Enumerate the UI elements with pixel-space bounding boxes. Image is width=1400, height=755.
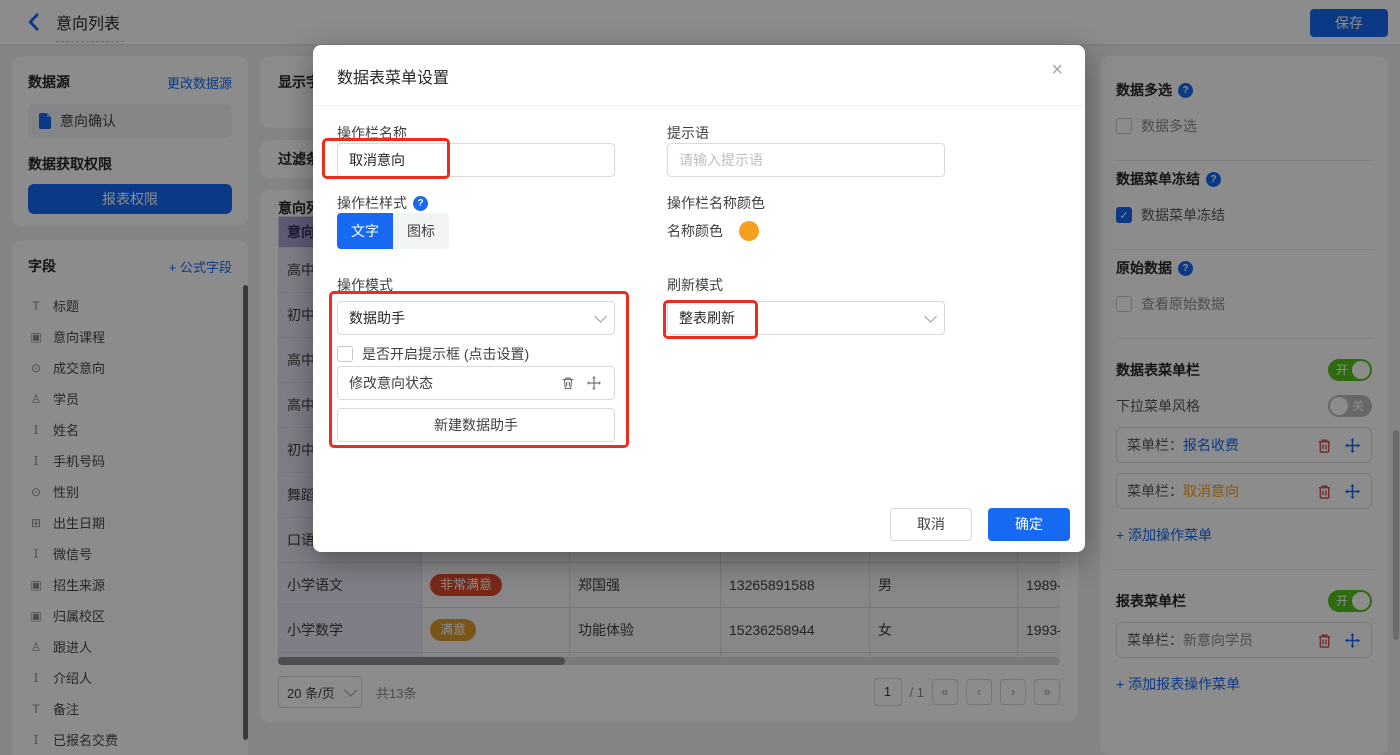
app-screen: 意向列表 保存 数据源 更改数据源 意向确认 数据获取权限 报表权限 字段 + …: [0, 0, 1400, 755]
style-option-text[interactable]: 文字: [337, 213, 393, 249]
close-icon[interactable]: ×: [1051, 59, 1063, 82]
modal-title: 数据表菜单设置: [337, 64, 449, 88]
cancel-button[interactable]: 取消: [890, 508, 972, 541]
style-option-icon[interactable]: 图标: [393, 213, 449, 249]
tip-label: 提示语: [667, 123, 709, 143]
annotation-box-mode-section: [329, 291, 629, 448]
window-scrollbar-thumb[interactable]: [1393, 430, 1399, 640]
name-color-text: 名称颜色: [667, 221, 723, 241]
style-segmented-control: 文字 图标: [337, 213, 449, 249]
annotation-box-refresh-mode: [663, 300, 758, 339]
name-color-label: 操作栏名称颜色: [667, 193, 765, 213]
tip-input[interactable]: [667, 143, 945, 177]
color-swatch[interactable]: [739, 221, 759, 241]
name-color-row: 名称颜色: [667, 221, 759, 241]
style-label-row: 操作栏样式 ?: [337, 193, 428, 213]
style-label: 操作栏样式: [337, 193, 407, 213]
help-icon[interactable]: ?: [413, 196, 428, 211]
divider: [313, 105, 1085, 106]
confirm-button[interactable]: 确定: [988, 508, 1070, 541]
refresh-label: 刷新模式: [667, 275, 723, 295]
chevron-down-icon: [924, 310, 937, 323]
annotation-box-action-name: [322, 138, 450, 179]
